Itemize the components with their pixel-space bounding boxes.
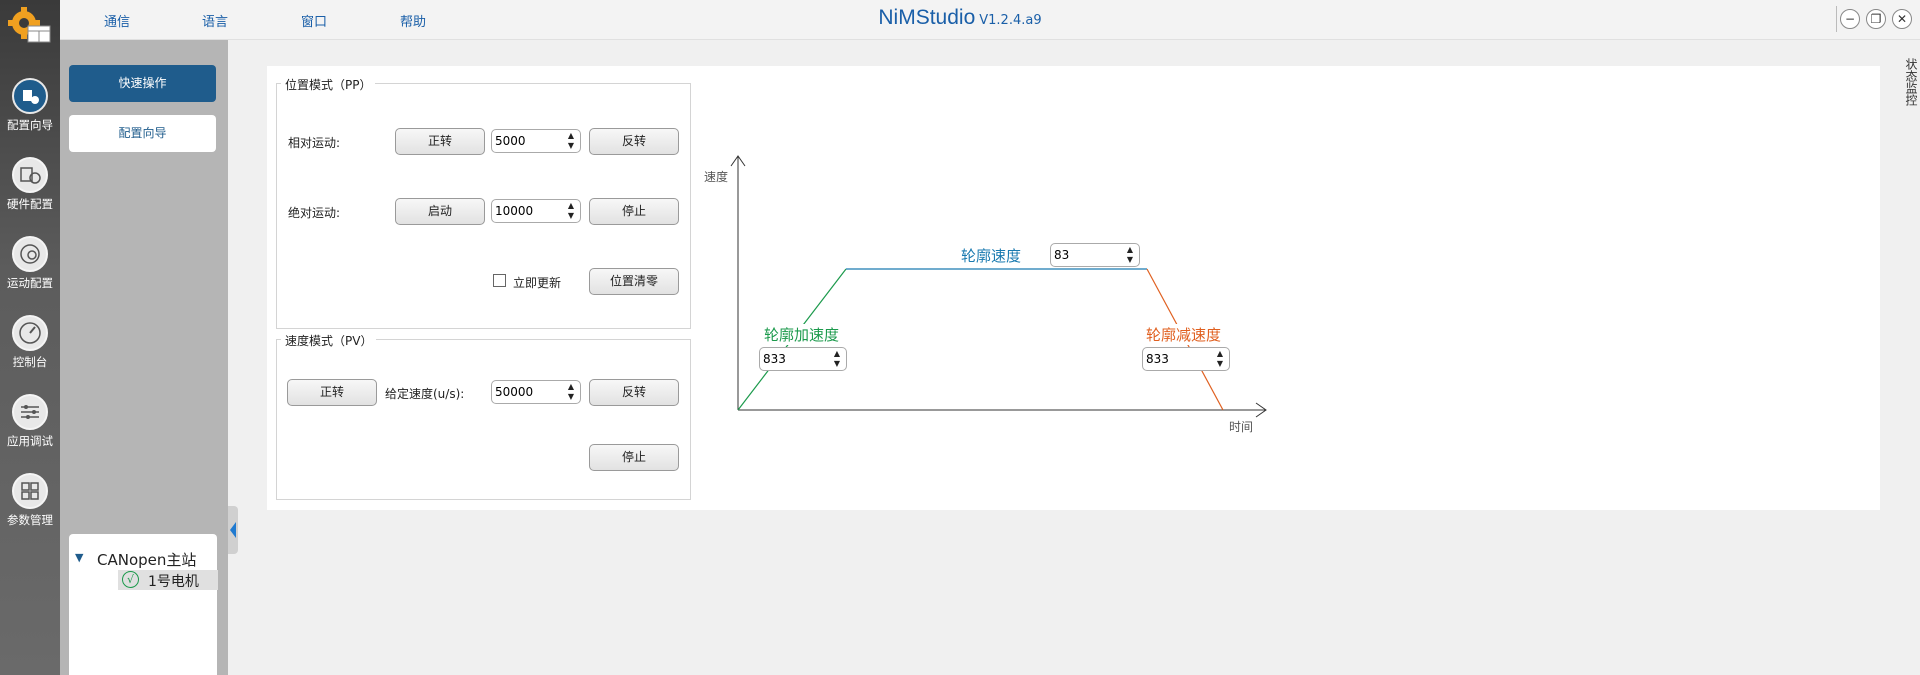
- nav-label: 运动配置: [7, 276, 53, 290]
- spin-arrows-icon[interactable]: ▲ ▼: [834, 349, 840, 369]
- relative-distance-spinbox[interactable]: ▲▼: [491, 129, 581, 153]
- nav-item-console[interactable]: 控制台: [0, 309, 60, 381]
- spin-arrows-icon[interactable]: ▲ ▼: [1217, 349, 1223, 369]
- nav-item-config-wizard[interactable]: 配置向导: [0, 72, 60, 144]
- nav-label: 控制台: [12, 355, 48, 369]
- profile-decel-label: 轮廓减速度: [1144, 324, 1224, 345]
- params-grid-icon: [12, 473, 48, 509]
- minimize-button[interactable]: −: [1840, 9, 1860, 29]
- spin-arrows-icon[interactable]: ▲ ▼: [1127, 245, 1133, 265]
- target-speed-spinbox[interactable]: ▲▼: [491, 380, 581, 404]
- window-controls-divider: [1836, 6, 1837, 32]
- spin-arrows-icon[interactable]: ▲ ▼: [568, 382, 574, 402]
- velocity-forward-button[interactable]: 正转: [287, 379, 377, 406]
- quick-operation-button[interactable]: 快速操作: [69, 65, 216, 102]
- status-monitor-tab[interactable]: 状态监控: [1903, 58, 1920, 106]
- profile-decel-spinbox[interactable]: ▲▼: [1142, 347, 1230, 371]
- spin-arrows-icon[interactable]: ▲ ▼: [568, 131, 574, 151]
- spin-arrows-icon[interactable]: ▲ ▼: [568, 201, 574, 221]
- nav-label: 硬件配置: [7, 197, 53, 211]
- nav-item-app-debug[interactable]: 应用调试: [0, 388, 60, 460]
- profile-velocity-label: 轮廓速度: [961, 247, 1022, 265]
- immediate-update-label: 立即更新: [513, 276, 562, 290]
- absolute-position-input[interactable]: [495, 202, 555, 220]
- motion-profile-diagram: [730, 155, 1267, 418]
- relative-reverse-button[interactable]: 反转: [589, 128, 679, 155]
- config-wizard-button[interactable]: 配置向导: [69, 115, 216, 152]
- menu-language[interactable]: 语言: [202, 11, 228, 30]
- nav-item-hardware-config[interactable]: 硬件配置: [0, 151, 60, 223]
- hardware-gear-icon: [12, 157, 48, 193]
- nav-label: 应用调试: [7, 434, 53, 448]
- nav-item-param-manage[interactable]: 参数管理: [0, 467, 60, 539]
- relative-distance-input[interactable]: [495, 132, 555, 150]
- check-circle-icon: √: [122, 571, 139, 588]
- profile-velocity-spinbox[interactable]: ▲▼: [1050, 243, 1140, 267]
- velocity-mode-title: 速度模式（PV）: [281, 332, 377, 349]
- immediate-update-checkbox[interactable]: [493, 274, 506, 287]
- profile-velocity-input[interactable]: [1054, 246, 1114, 264]
- target-speed-input[interactable]: [495, 383, 555, 401]
- gauge-icon: [12, 315, 48, 351]
- menu-window[interactable]: 窗口: [301, 11, 327, 30]
- target-speed-label: 给定速度(u/s):: [385, 387, 465, 401]
- collapse-arrow-icon: [230, 522, 236, 538]
- top-menu-bar: [60, 0, 1920, 40]
- tree-expand-arrow-icon[interactable]: ▼: [75, 551, 83, 564]
- restore-button[interactable]: ❐: [1866, 9, 1886, 29]
- relative-forward-button[interactable]: 正转: [395, 128, 485, 155]
- velocity-mode-group: [276, 339, 691, 500]
- app-logo-gear-icon: [8, 7, 51, 43]
- nav-label: 参数管理: [7, 513, 53, 527]
- absolute-stop-button[interactable]: 停止: [589, 198, 679, 225]
- close-button[interactable]: ✕: [1892, 9, 1912, 29]
- relative-move-label: 相对运动:: [288, 136, 341, 150]
- motion-icon: [12, 236, 48, 272]
- velocity-reverse-button[interactable]: 反转: [589, 379, 679, 406]
- nav-label: 配置向导: [7, 118, 53, 132]
- position-mode-title: 位置模式（PP）: [281, 76, 376, 93]
- menu-comm[interactable]: 通信: [104, 11, 130, 30]
- profile-decel-input[interactable]: [1146, 350, 1206, 368]
- profile-accel-label: 轮廓加速度: [762, 324, 842, 345]
- position-zero-button[interactable]: 位置清零: [589, 268, 679, 295]
- sliders-icon: [12, 394, 48, 430]
- wizard-icon: [12, 78, 48, 114]
- absolute-move-label: 绝对运动:: [288, 206, 341, 220]
- tree-root-canopen[interactable]: CANopen主站: [97, 549, 196, 570]
- collapse-panel-tab[interactable]: [228, 506, 238, 554]
- absolute-start-button[interactable]: 启动: [395, 198, 485, 225]
- x-axis-label: 时间: [1229, 420, 1254, 434]
- tree-item-motor-1-label: 1号电机: [148, 574, 199, 590]
- nav-item-motion-config[interactable]: 运动配置: [0, 230, 60, 302]
- menu-help[interactable]: 帮助: [400, 11, 426, 30]
- y-axis-label: 速度: [704, 170, 729, 184]
- profile-accel-input[interactable]: [763, 350, 823, 368]
- right-strip: [1885, 40, 1920, 675]
- absolute-position-spinbox[interactable]: ▲▼: [491, 199, 581, 223]
- profile-accel-spinbox[interactable]: ▲▼: [759, 347, 847, 371]
- velocity-stop-button[interactable]: 停止: [589, 444, 679, 471]
